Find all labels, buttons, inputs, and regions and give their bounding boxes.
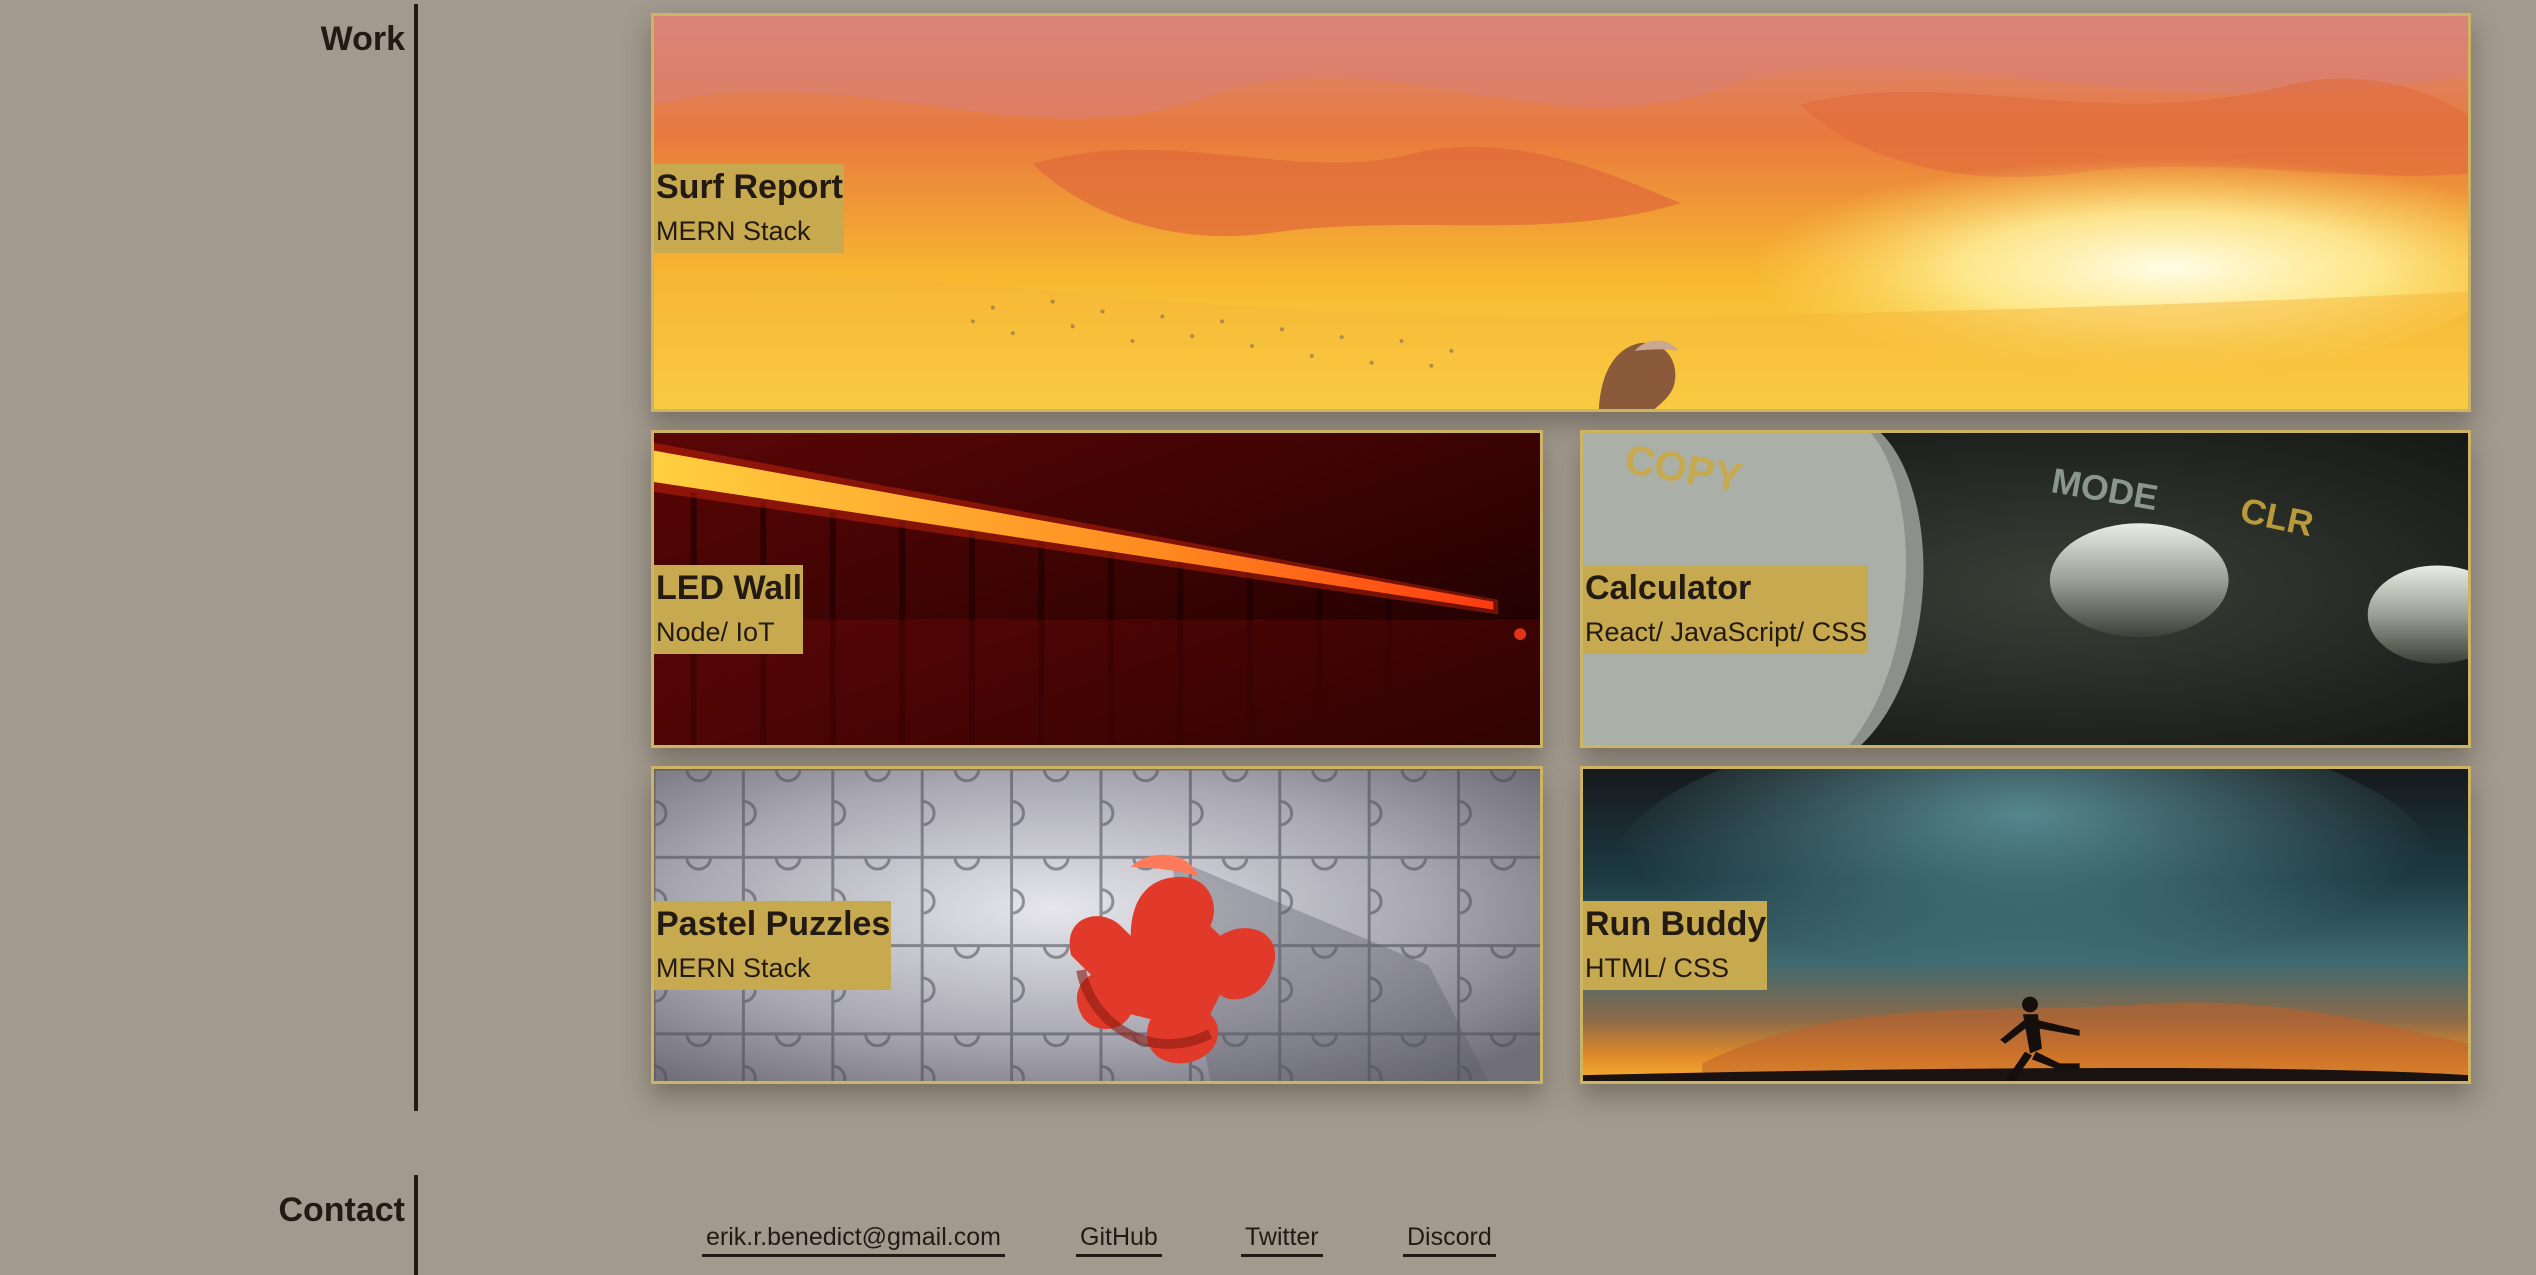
- project-card-surf-report[interactable]: Surf Report MERN Stack: [651, 13, 2471, 412]
- project-card-led-wall[interactable]: LED Wall Node/ IoT: [651, 430, 1543, 748]
- project-title: Calculator: [1585, 569, 1752, 607]
- project-label: Surf Report MERN Stack: [654, 164, 844, 253]
- project-label: Run Buddy HTML/ CSS: [1583, 901, 1768, 990]
- project-card-pastel-puzzles[interactable]: Pastel Puzzles MERN Stack: [651, 766, 1543, 1084]
- project-title: LED Wall: [656, 569, 803, 607]
- email-link[interactable]: erik.r.benedict@gmail.com: [702, 1222, 1005, 1257]
- project-stack: React/ JavaScript/ CSS: [1585, 617, 1868, 647]
- project-card-run-buddy[interactable]: Run Buddy HTML/ CSS: [1580, 766, 2471, 1084]
- github-link[interactable]: GitHub: [1076, 1222, 1162, 1257]
- project-label: LED Wall Node/ IoT: [654, 565, 804, 654]
- project-title: Surf Report: [656, 168, 843, 206]
- project-stack: Node/ IoT: [656, 617, 775, 647]
- surf-report-image: [654, 16, 2468, 409]
- project-title: Pastel Puzzles: [656, 905, 891, 943]
- project-stack: HTML/ CSS: [1585, 953, 1730, 983]
- project-label: Calculator React/ JavaScript/ CSS: [1583, 565, 1869, 654]
- twitter-link[interactable]: Twitter: [1241, 1222, 1323, 1257]
- contact-heading: Contact: [278, 1191, 405, 1229]
- work-section-divider: [414, 4, 418, 1111]
- project-stack: MERN Stack: [656, 953, 811, 983]
- discord-link[interactable]: Discord: [1403, 1222, 1496, 1257]
- contact-section-divider: [414, 1175, 418, 1275]
- project-title: Run Buddy: [1585, 905, 1767, 943]
- work-heading: Work: [320, 20, 405, 58]
- project-stack: MERN Stack: [656, 216, 811, 246]
- project-card-calculator[interactable]: COPY MODE CLR Calculator React/ JavaScri…: [1580, 430, 2471, 748]
- project-label: Pastel Puzzles MERN Stack: [654, 901, 892, 990]
